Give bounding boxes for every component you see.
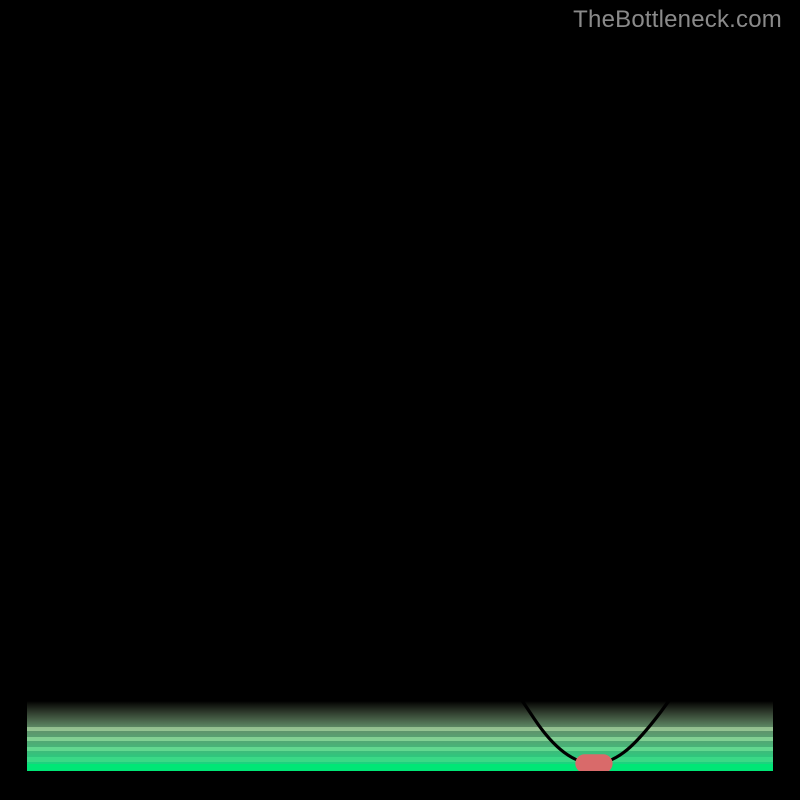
gradient-background [27, 27, 773, 771]
chart-plot [27, 27, 773, 771]
watermark-text: TheBottleneck.com [573, 6, 782, 34]
optimum-marker [575, 754, 612, 771]
